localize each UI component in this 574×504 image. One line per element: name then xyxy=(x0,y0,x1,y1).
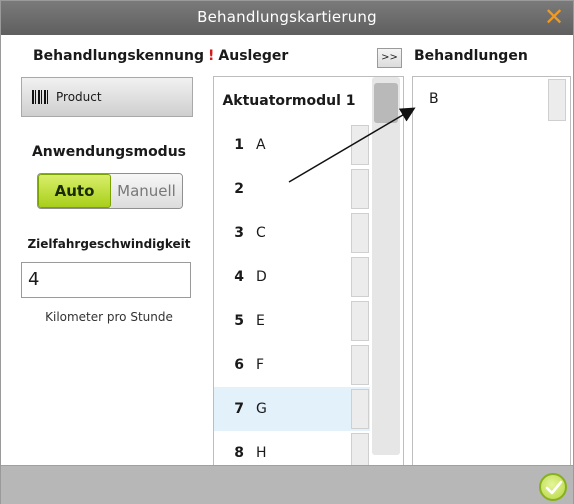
boom-row-number: 5 xyxy=(234,313,244,329)
treatment-item[interactable]: B xyxy=(429,91,439,107)
boom-row-value: F xyxy=(256,357,265,373)
boom-row[interactable]: 5E xyxy=(214,299,370,343)
boom-row-value: H xyxy=(256,445,267,461)
boom-list-panel: Aktuatormodul 1 1A23C4D5E6F7G8H xyxy=(213,76,404,466)
boom-row[interactable]: 2 xyxy=(214,167,370,211)
close-icon[interactable]: ✕ xyxy=(541,4,567,30)
boom-row-drop-slot[interactable] xyxy=(351,345,369,385)
treatment-mapping-window: Behandlungskartierung ✕ Behandlungskennu… xyxy=(0,0,574,504)
boom-row-number: 6 xyxy=(234,357,244,373)
boom-row-value: E xyxy=(256,313,265,329)
treatments-list-panel: B xyxy=(412,76,571,466)
mode-auto-option[interactable]: Auto xyxy=(38,174,111,208)
boom-row-value: A xyxy=(256,137,266,153)
move-button[interactable]: >> xyxy=(377,48,402,68)
boom-row-drop-slot[interactable] xyxy=(351,389,369,429)
boom-row-drop-slot[interactable] xyxy=(351,213,369,253)
boom-row-number: 4 xyxy=(234,269,244,285)
boom-row-number: 1 xyxy=(234,137,244,153)
barcode-icon xyxy=(32,90,48,104)
boom-row[interactable]: 6F xyxy=(214,343,370,387)
mode-manual-option[interactable]: Manuell xyxy=(111,174,182,208)
boom-row-drop-slot[interactable] xyxy=(351,169,369,209)
target-speed-input[interactable]: 4 xyxy=(21,262,191,298)
footer-bar xyxy=(1,465,573,504)
boom-row[interactable]: 3C xyxy=(214,211,370,255)
warning-marker: ! xyxy=(208,48,215,64)
boom-scroll-thumb[interactable] xyxy=(374,83,398,123)
boom-row-number: 8 xyxy=(234,445,244,461)
application-mode-toggle: Auto Manuell xyxy=(37,173,183,209)
check-circle-icon xyxy=(545,480,563,495)
titlebar: Behandlungskartierung ✕ xyxy=(1,1,573,35)
target-speed-label: Zielfahrgeschwindigkeit xyxy=(27,237,191,251)
treatments-scrollbar[interactable] xyxy=(548,79,566,121)
boom-row-drop-slot[interactable] xyxy=(351,301,369,341)
speed-unit-label: Kilometer pro Stunde xyxy=(45,310,173,324)
boom-header: ! Ausleger xyxy=(208,48,288,64)
boom-row[interactable]: 8H xyxy=(214,431,370,465)
boom-row-number: 7 xyxy=(234,401,244,417)
boom-row-number: 2 xyxy=(234,181,244,197)
boom-row-drop-slot[interactable] xyxy=(351,125,369,165)
window-title: Behandlungskartierung xyxy=(197,8,377,26)
boom-row[interactable]: 4D xyxy=(214,255,370,299)
boom-row[interactable]: 7G xyxy=(214,387,370,431)
boom-scrollbar[interactable] xyxy=(372,77,400,455)
product-button[interactable]: Product xyxy=(21,77,193,117)
treatment-id-header: Behandlungskennung xyxy=(33,48,204,64)
actuator-module-title: Aktuatormodul 1 xyxy=(222,93,356,109)
product-button-label: Product xyxy=(56,90,102,104)
application-mode-label: Anwendungsmodus xyxy=(31,144,187,160)
boom-row-drop-slot[interactable] xyxy=(351,257,369,297)
boom-row-value: D xyxy=(256,269,267,285)
boom-row-value: G xyxy=(256,401,267,417)
boom-header-label: Ausleger xyxy=(218,48,289,64)
boom-row-drop-slot[interactable] xyxy=(351,433,369,465)
treatments-header: Behandlungen xyxy=(414,48,528,64)
boom-row-number: 3 xyxy=(234,225,244,241)
boom-row-value: C xyxy=(256,225,266,241)
confirm-button[interactable] xyxy=(539,473,567,501)
boom-row[interactable]: 1A xyxy=(214,123,370,167)
